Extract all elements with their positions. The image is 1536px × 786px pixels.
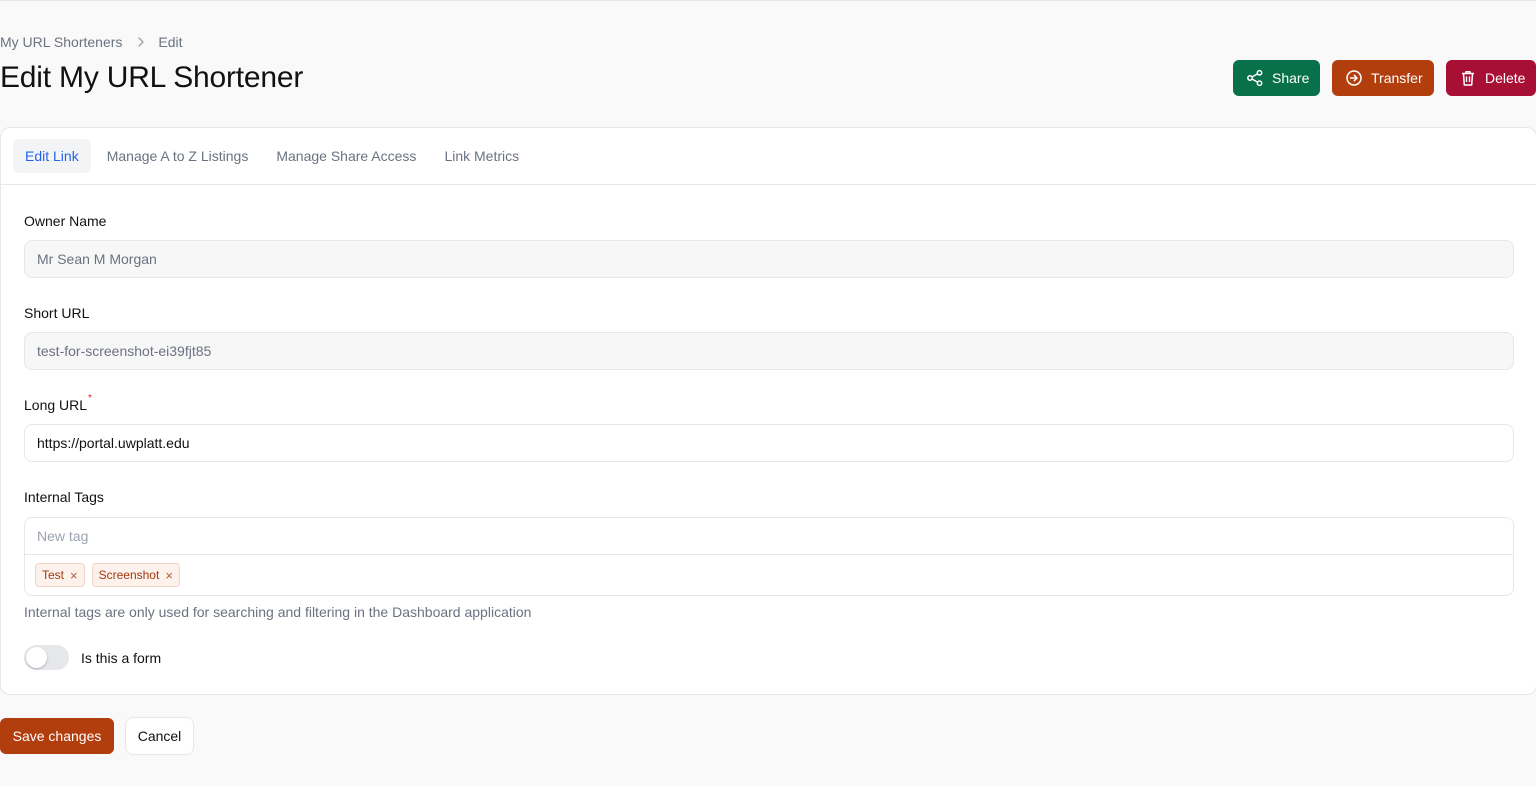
remove-tag-icon[interactable]: ×: [165, 569, 173, 582]
tab-edit-link[interactable]: Edit Link: [13, 139, 91, 173]
trash-icon: [1459, 69, 1477, 87]
delete-button-label: Delete: [1485, 70, 1526, 86]
edit-card: Edit Link Manage A to Z Listings Manage …: [0, 127, 1536, 695]
breadcrumb-current: Edit: [158, 34, 183, 50]
transfer-button-label: Transfer: [1371, 70, 1423, 86]
toggle-knob: [26, 647, 47, 668]
is-form-toggle[interactable]: [24, 645, 69, 670]
new-tag-input[interactable]: [25, 518, 1513, 555]
share-icon: [1246, 69, 1264, 87]
chevron-right-icon: [136, 37, 146, 47]
tag-list: Test × Screenshot ×: [25, 555, 1513, 595]
long-url-input[interactable]: [24, 424, 1514, 462]
tag-label: Screenshot: [98, 568, 160, 582]
short-url-label: Short URL: [24, 305, 90, 321]
owner-name-label: Owner Name: [24, 213, 107, 229]
top-divider: [0, 0, 1536, 1]
remove-tag-icon[interactable]: ×: [70, 569, 78, 582]
cancel-button[interactable]: Cancel: [125, 717, 194, 755]
required-mark: *: [88, 393, 92, 404]
is-form-label: Is this a form: [81, 649, 162, 666]
is-form-row: Is this a form: [24, 645, 161, 670]
long-url-label: Long URL: [24, 397, 88, 413]
internal-tags-helper: Internal tags are only used for searchin…: [24, 604, 532, 620]
tag-chip: Test ×: [35, 563, 85, 587]
arrow-right-circle-icon: [1345, 69, 1363, 87]
tab-link-metrics[interactable]: Link Metrics: [432, 139, 531, 173]
share-button[interactable]: Share: [1233, 60, 1320, 96]
delete-button[interactable]: Delete: [1446, 60, 1536, 96]
tag-chip: Screenshot ×: [91, 563, 180, 587]
share-button-label: Share: [1272, 70, 1310, 86]
tag-label: Test: [42, 568, 65, 582]
long-url-label-wrap: Long URL*: [24, 393, 92, 413]
owner-name-input[interactable]: [24, 240, 1514, 278]
tab-manage-a-to-z-listings[interactable]: Manage A to Z Listings: [95, 139, 261, 173]
tab-manage-share-access[interactable]: Manage Share Access: [264, 139, 428, 173]
header-actions: Share Transfer Delete: [1233, 60, 1536, 96]
breadcrumb: My URL Shorteners Edit: [0, 34, 183, 50]
save-changes-button[interactable]: Save changes: [0, 718, 114, 754]
short-url-input[interactable]: [24, 332, 1514, 370]
internal-tags-label: Internal Tags: [24, 489, 104, 505]
internal-tags-box: Test × Screenshot ×: [24, 517, 1514, 596]
page-title: Edit My URL Shortener: [0, 61, 304, 94]
breadcrumb-parent-link[interactable]: My URL Shorteners: [0, 34, 122, 50]
transfer-button[interactable]: Transfer: [1332, 60, 1434, 96]
tab-bar: Edit Link Manage A to Z Listings Manage …: [1, 128, 1536, 185]
